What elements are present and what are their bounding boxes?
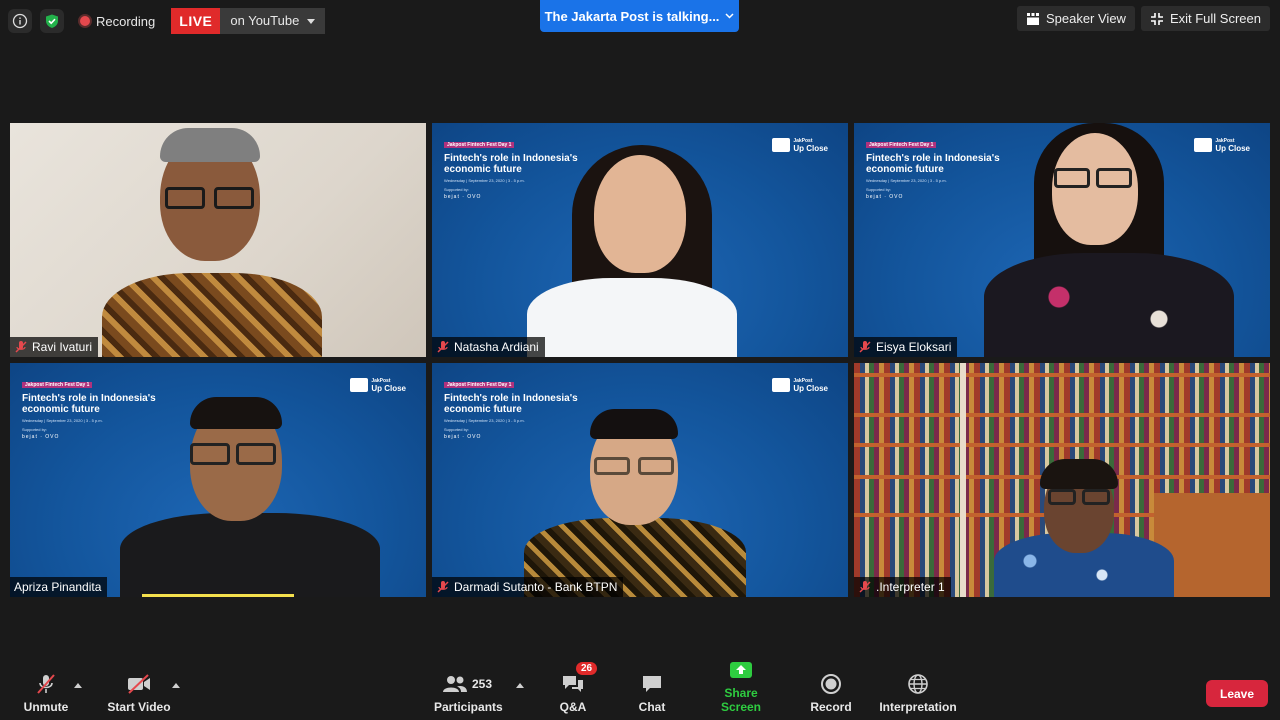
virtual-background-banner: Jakpost Fintech Fest Day 1 Fintech's rol… [22, 382, 156, 440]
mic-muted-icon [859, 581, 871, 593]
chat-button[interactable]: Chat [636, 672, 668, 714]
recording-dot-icon [80, 16, 90, 26]
participant-name: Eisya Eloksari [876, 340, 952, 354]
interpretation-label: Interpretation [879, 700, 957, 714]
qa-badge: 26 [576, 662, 598, 675]
participants-button[interactable]: 253 Participants [434, 672, 503, 714]
info-icon [12, 13, 28, 29]
chevron-down-icon [725, 13, 734, 19]
record-icon [821, 674, 841, 694]
unmute-label: Unmute [23, 700, 69, 714]
active-speaker-indicator [142, 594, 294, 597]
view-controls: Speaker View Exit Full Screen [1016, 6, 1270, 31]
participant-name: Apriza Pinandita [14, 580, 102, 594]
share-screen-button[interactable]: Share Screen [704, 658, 778, 714]
video-tile[interactable]: Jakpost Fintech Fest Day 1 Fintech's rol… [432, 123, 848, 357]
meeting-info-button[interactable] [8, 9, 32, 33]
video-tile[interactable]: .Interpreter 1 [854, 363, 1270, 597]
globe-icon [908, 674, 928, 694]
meeting-status-bar: Recording LIVE on YouTube [8, 8, 326, 34]
participant-name: Darmadi Sutanto - Bank BTPN [454, 580, 618, 594]
speaker-view-icon [1026, 12, 1039, 25]
live-badge: LIVE [171, 8, 221, 34]
participant-face [594, 155, 686, 273]
chevron-down-icon [307, 18, 316, 24]
video-tile[interactable]: Jakpost Fintech Fest Day 1 Fintech's rol… [432, 363, 848, 597]
participants-options-caret-icon[interactable] [516, 683, 524, 688]
participant-name: Natasha Ardiani [454, 340, 539, 354]
participant-video [102, 273, 322, 357]
audio-options-caret-icon[interactable] [74, 683, 82, 688]
mic-muted-icon [37, 674, 55, 694]
participant-name: Ravi Ivaturi [32, 340, 93, 354]
qa-button[interactable]: 26 Q&A [556, 662, 598, 714]
speaker-view-button[interactable]: Speaker View [1016, 6, 1135, 31]
record-button[interactable]: Record [810, 672, 852, 714]
live-stream-control[interactable]: LIVE on YouTube [171, 8, 326, 34]
record-label: Record [810, 700, 852, 714]
participant-name-tag: .Interpreter 1 [854, 577, 951, 597]
qa-icon [563, 676, 583, 692]
meeting-toolbar: Unmute Start Video 253 Participants 26 Q… [0, 662, 1280, 720]
leave-button[interactable]: Leave [1206, 680, 1268, 707]
participants-icon [442, 676, 467, 692]
mic-muted-icon [437, 581, 449, 593]
jakpost-logo: JakPost Up Close [772, 137, 828, 153]
participant-face [1052, 133, 1138, 245]
video-tile-active-speaker[interactable]: Jakpost Fintech Fest Day 1 Fintech's rol… [10, 363, 426, 597]
participants-label: Participants [434, 700, 503, 714]
jakpost-logo: JakPost Up Close [350, 377, 406, 393]
share-screen-icon [730, 662, 752, 678]
participant-video [527, 278, 737, 357]
live-destination-dropdown[interactable]: on YouTube [220, 8, 326, 34]
video-options-caret-icon[interactable] [172, 683, 180, 688]
recording-label: Recording [96, 13, 156, 29]
recording-indicator[interactable]: Recording [72, 9, 163, 33]
chat-label: Chat [638, 700, 666, 714]
chat-icon [643, 676, 661, 692]
jakpost-logo: JakPost Up Close [1194, 137, 1250, 153]
qa-label: Q&A [559, 700, 587, 714]
encryption-button[interactable] [40, 9, 64, 33]
share-screen-label: Share Screen [720, 686, 762, 714]
live-destination-label: on YouTube [230, 13, 300, 28]
virtual-background-banner: Jakpost Fintech Fest Day 1 Fintech's rol… [444, 382, 578, 440]
speaker-view-label: Speaker View [1045, 11, 1126, 26]
participants-count: 253 [471, 677, 493, 691]
participant-name-tag: Apriza Pinandita [10, 577, 108, 597]
participant-video [120, 513, 380, 597]
unmute-button[interactable]: Unmute [22, 672, 70, 714]
virtual-background-banner: Jakpost Fintech Fest Day 1 Fintech's rol… [866, 142, 1000, 200]
jakpost-logo: JakPost Up Close [772, 377, 828, 393]
participant-name-tag: Eisya Eloksari [854, 337, 958, 357]
video-off-icon [128, 674, 150, 694]
exit-full-screen-icon [1150, 12, 1163, 25]
mic-muted-icon [437, 341, 449, 353]
mic-muted-icon [15, 341, 27, 353]
shield-icon [46, 14, 58, 28]
participant-name-tag: Darmadi Sutanto - Bank BTPN [432, 577, 624, 597]
exit-full-screen-button[interactable]: Exit Full Screen [1140, 6, 1270, 31]
mic-muted-icon [859, 341, 871, 353]
interpretation-button[interactable]: Interpretation [878, 672, 958, 714]
participant-name-tag: Ravi Ivaturi [10, 337, 99, 357]
active-speaker-text: The Jakarta Post is talking... [544, 8, 720, 24]
start-video-button[interactable]: Start Video [106, 672, 172, 714]
exit-full-screen-label: Exit Full Screen [1169, 11, 1261, 26]
participant-video [984, 253, 1234, 357]
participant-name-tag: Natasha Ardiani [432, 337, 545, 357]
video-tile[interactable]: Jakpost Fintech Fest Day 1 Fintech's rol… [854, 123, 1270, 357]
participant-name: .Interpreter 1 [876, 580, 945, 594]
start-video-label: Start Video [107, 700, 171, 714]
active-speaker-banner[interactable]: The Jakarta Post is talking... [540, 0, 739, 32]
video-tile[interactable]: Ravi Ivaturi [10, 123, 426, 357]
